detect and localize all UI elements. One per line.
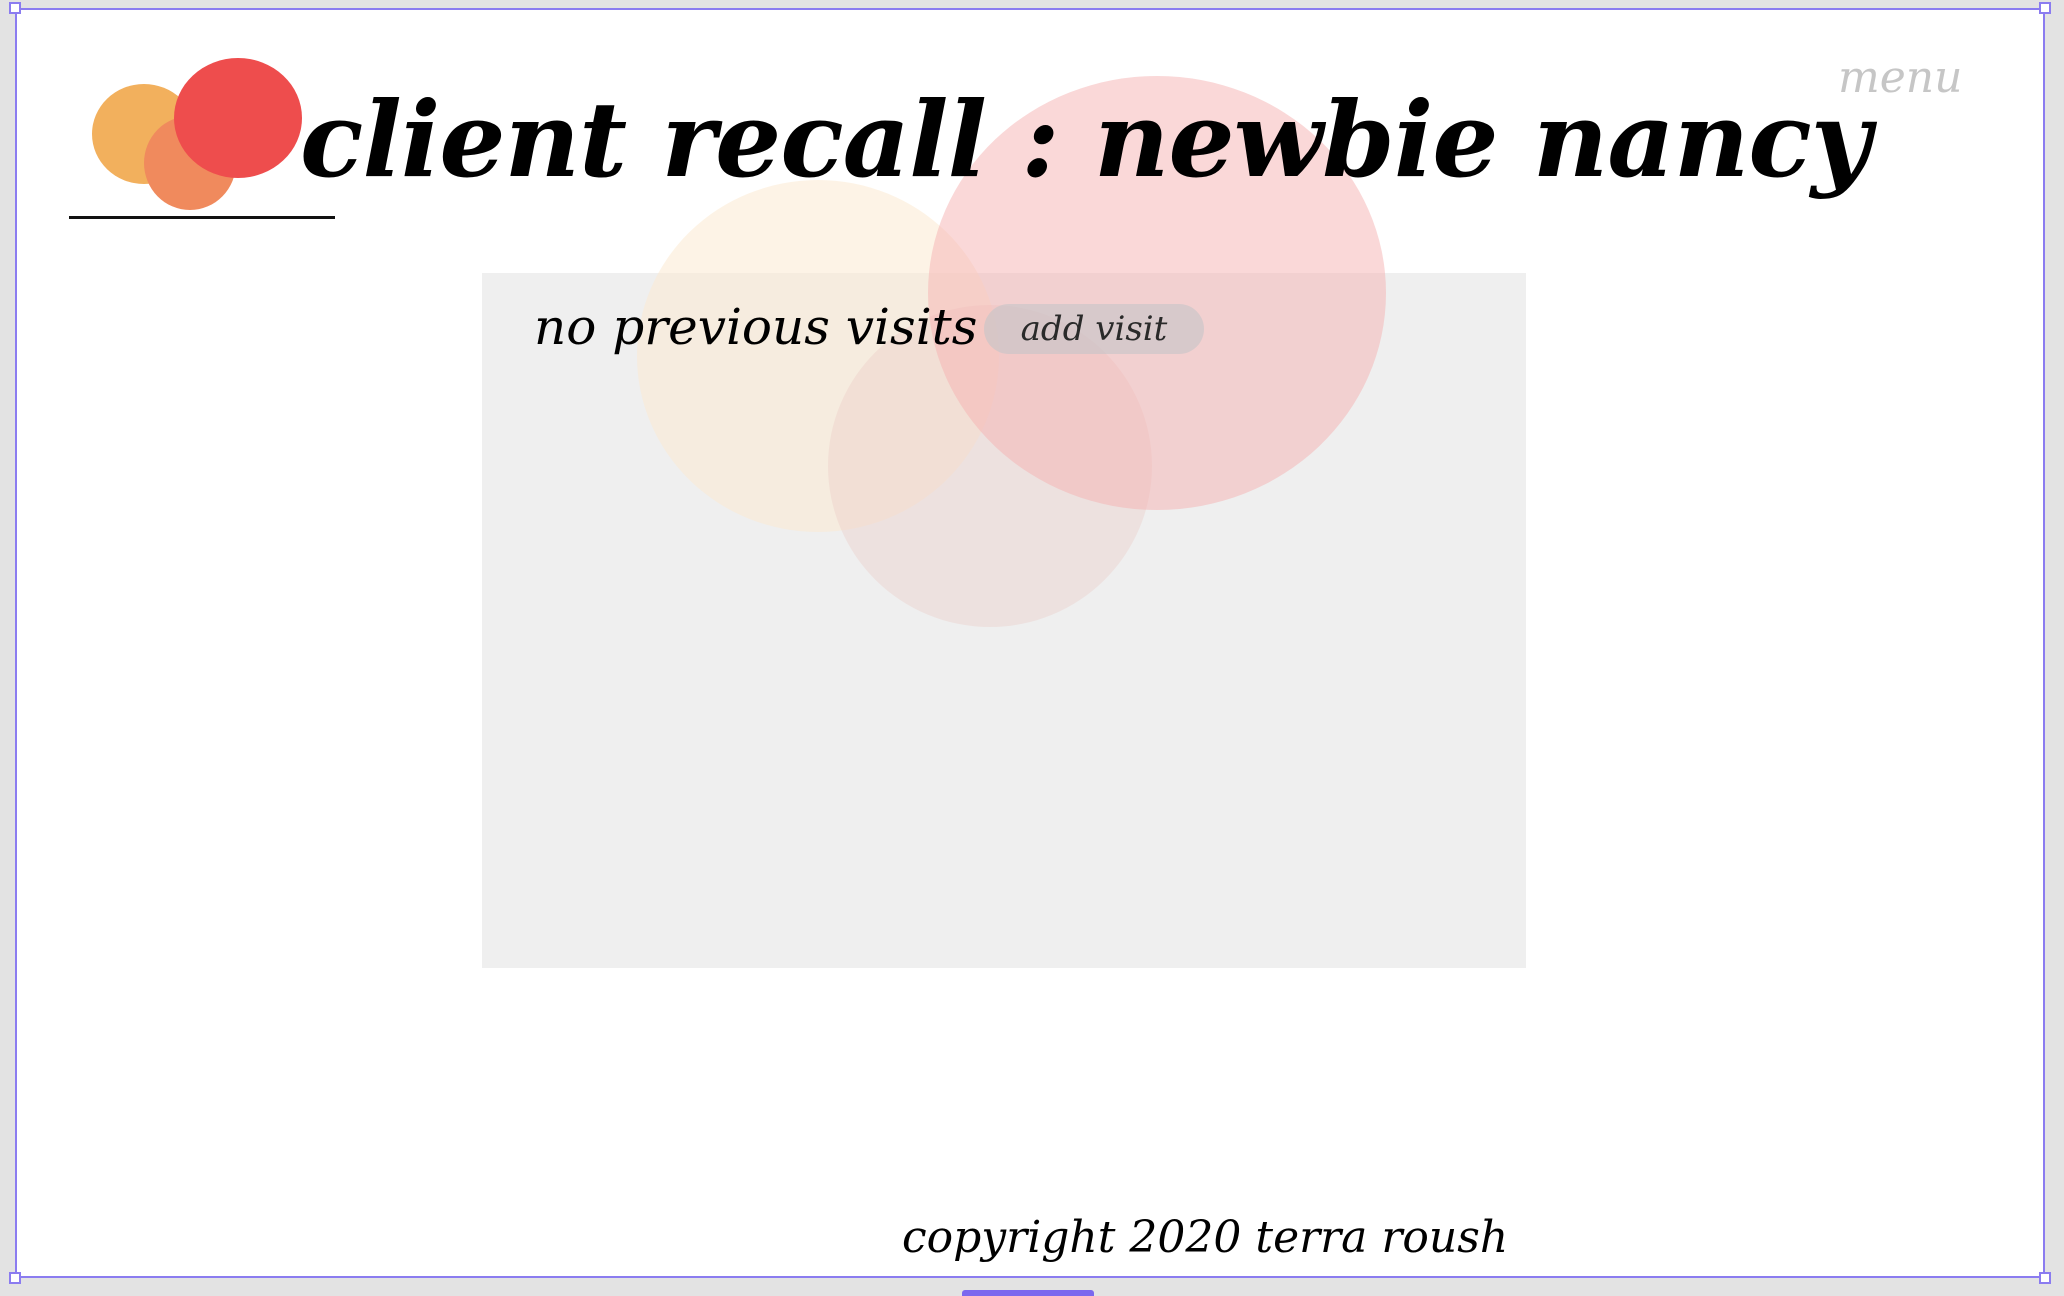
frame-scroll-tab[interactable] <box>962 1290 1094 1296</box>
footer-copyright: copyright 2020 terra roush <box>902 1212 1509 1263</box>
visits-panel <box>482 273 1526 968</box>
empty-visits-message: no previous visits <box>534 298 978 356</box>
resize-handle-top-right[interactable] <box>2039 2 2051 14</box>
resize-handle-top-left[interactable] <box>9 2 21 14</box>
add-visit-button[interactable]: add visit <box>984 304 1204 354</box>
menu-button[interactable]: menu <box>1838 52 1962 103</box>
logo-red-circle <box>174 58 302 178</box>
page-title: client recall : newbie nancy <box>300 78 1871 201</box>
design-canvas: client recall : newbie nancy menu no pre… <box>0 0 2064 1296</box>
logo[interactable] <box>86 54 306 224</box>
title-underline <box>69 216 335 219</box>
resize-handle-bottom-left[interactable] <box>9 1272 21 1284</box>
resize-handle-bottom-right[interactable] <box>2039 1272 2051 1284</box>
